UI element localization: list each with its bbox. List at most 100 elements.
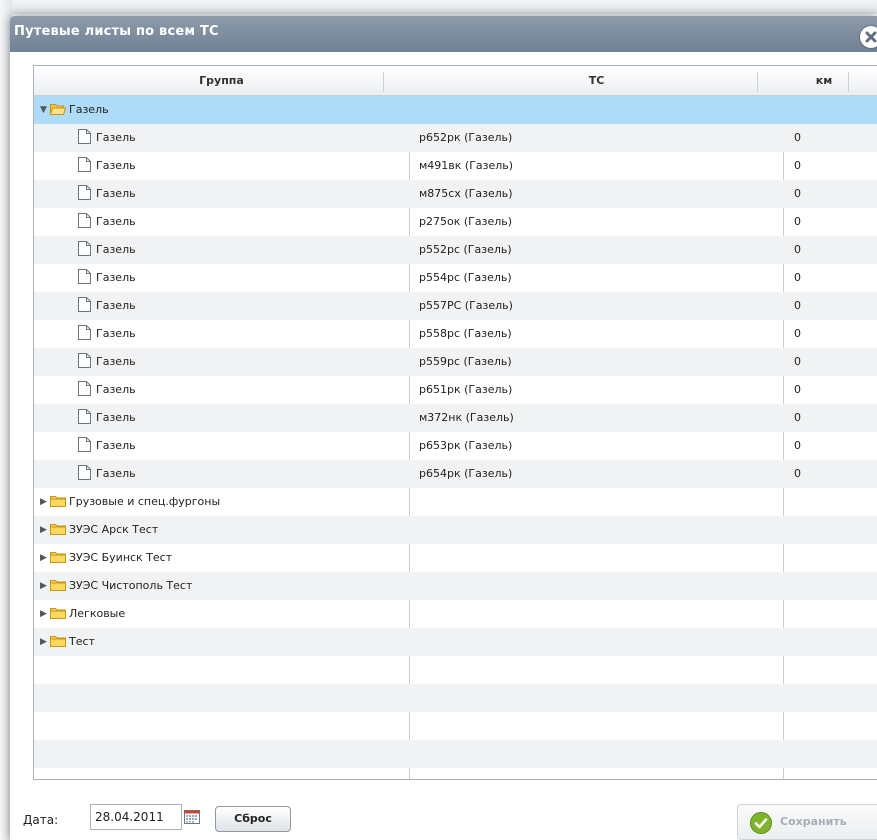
- row-ts: м372нк (Газель): [419, 411, 514, 424]
- file-icon: [78, 213, 91, 228]
- group-row-collapsed[interactable]: ▶ Легковые: [34, 600, 877, 628]
- titlebar: Путевые листы по всем ТС: [10, 16, 877, 52]
- triangle-right-icon[interactable]: ▶: [40, 544, 50, 572]
- date-label: Дата:: [23, 813, 59, 827]
- group-row-collapsed[interactable]: ▶ ЗУЭС Арск Тест: [34, 516, 877, 544]
- row-km: 0: [794, 243, 801, 256]
- reset-button[interactable]: Сброс: [215, 806, 291, 832]
- row-group: Газель: [96, 159, 136, 172]
- background-top: [0, 0, 877, 14]
- file-icon: [78, 325, 91, 340]
- table-row[interactable]: Газель р651рк (Газель) 0: [34, 376, 877, 404]
- row-group: Газель: [96, 383, 136, 396]
- file-icon: [78, 297, 91, 312]
- group-label: ЗУЭС Арск Тест: [69, 523, 159, 536]
- file-icon: [78, 465, 91, 480]
- row-ts: р559рс (Газель): [419, 355, 512, 368]
- folder-icon: [50, 608, 66, 619]
- group-row-expanded[interactable]: ▼ Газель: [34, 96, 877, 124]
- row-group: Газель: [96, 131, 136, 144]
- empty-row: [34, 740, 877, 768]
- save-button[interactable]: Сохранить: [737, 804, 877, 840]
- row-group: Газель: [96, 467, 136, 480]
- date-input[interactable]: 28.04.2011: [90, 804, 182, 830]
- file-icon: [78, 409, 91, 424]
- row-ts: р275ок (Газель): [419, 215, 513, 228]
- group-row-collapsed[interactable]: ▶ Тест: [34, 628, 877, 656]
- row-km: 0: [794, 187, 801, 200]
- folder-open-icon: [50, 104, 66, 115]
- table-row[interactable]: Газель м491вк (Газель) 0: [34, 152, 877, 180]
- file-icon: [78, 353, 91, 368]
- column-header-km[interactable]: км: [784, 66, 864, 96]
- row-ts: р653рк (Газель): [419, 439, 513, 452]
- row-km: 0: [794, 467, 801, 480]
- dialog-content: Группа ТС км ▼ Газель Газель р652рк (Газел…: [10, 52, 877, 840]
- row-group: Газель: [96, 439, 136, 452]
- row-km: 0: [794, 383, 801, 396]
- triangle-right-icon[interactable]: ▶: [40, 628, 50, 656]
- group-row-collapsed[interactable]: ▶ ЗУЭС Чистополь Тест: [34, 572, 877, 600]
- save-label: Сохранить: [780, 815, 847, 828]
- triangle-right-icon[interactable]: ▶: [40, 516, 50, 544]
- triangle-right-icon[interactable]: ▶: [40, 488, 50, 516]
- row-group: Газель: [96, 187, 136, 200]
- row-ts: р554рс (Газель): [419, 271, 512, 284]
- close-icon: [865, 31, 877, 43]
- row-ts: р654рк (Газель): [419, 467, 513, 480]
- waybill-grid: Группа ТС км ▼ Газель Газель р652рк (Газел…: [33, 65, 877, 780]
- row-group: Газель: [96, 355, 136, 368]
- table-row[interactable]: Газель р554рс (Газель) 0: [34, 264, 877, 292]
- table-row[interactable]: Газель р558рс (Газель) 0: [34, 320, 877, 348]
- table-row[interactable]: Газель р652рк (Газель) 0: [34, 124, 877, 152]
- folder-icon: [50, 636, 66, 647]
- group-label: Газель: [69, 103, 109, 116]
- row-km: 0: [794, 215, 801, 228]
- column-header-group[interactable]: Группа: [34, 66, 409, 96]
- table-row[interactable]: Газель м875сх (Газель) 0: [34, 180, 877, 208]
- empty-row: [34, 656, 877, 684]
- row-km: 0: [794, 131, 801, 144]
- folder-icon: [50, 524, 66, 535]
- row-km: 0: [794, 159, 801, 172]
- calendar-icon[interactable]: [184, 810, 200, 824]
- table-row[interactable]: Газель р552рс (Газель) 0: [34, 236, 877, 264]
- table-row[interactable]: Газель р559рс (Газель) 0: [34, 348, 877, 376]
- row-group: Газель: [96, 271, 136, 284]
- row-ts: м875сх (Газель): [419, 187, 513, 200]
- row-ts: р557РС (Газель): [419, 299, 513, 312]
- check-circle-icon: [750, 812, 772, 834]
- dialog-window: Путевые листы по всем ТС Группа ТС км ▼ …: [10, 16, 877, 840]
- file-icon: [78, 381, 91, 396]
- grid-body: ▼ Газель Газель р652рк (Газель) 0 Газель м491…: [34, 96, 877, 779]
- group-label: Грузовые и спец.фургоны: [69, 495, 221, 508]
- header-separator: [383, 72, 384, 92]
- row-ts: р552рс (Газель): [419, 243, 512, 256]
- row-km: 0: [794, 327, 801, 340]
- close-button[interactable]: [860, 26, 877, 48]
- file-icon: [78, 437, 91, 452]
- table-row[interactable]: Газель м372нк (Газель) 0: [34, 404, 877, 432]
- table-row[interactable]: Газель р653рк (Газель) 0: [34, 432, 877, 460]
- file-icon: [78, 157, 91, 172]
- row-group: Газель: [96, 243, 136, 256]
- table-row[interactable]: Газель р275ок (Газель) 0: [34, 208, 877, 236]
- row-group: Газель: [96, 411, 136, 424]
- row-ts: р651рк (Газель): [419, 383, 513, 396]
- table-row[interactable]: Газель р654рк (Газель) 0: [34, 460, 877, 488]
- row-ts: м491вк (Газель): [419, 159, 514, 172]
- row-group: Газель: [96, 327, 136, 340]
- triangle-down-icon[interactable]: ▼: [40, 96, 50, 124]
- triangle-right-icon[interactable]: ▶: [40, 600, 50, 628]
- row-group: Газель: [96, 215, 136, 228]
- group-row-collapsed[interactable]: ▶ Грузовые и спец.фургоны: [34, 488, 877, 516]
- file-icon: [78, 241, 91, 256]
- window-title: Путевые листы по всем ТС: [14, 24, 219, 39]
- triangle-right-icon[interactable]: ▶: [40, 572, 50, 600]
- folder-icon: [50, 552, 66, 563]
- group-label: Легковые: [69, 607, 126, 620]
- column-header-ts[interactable]: ТС: [410, 66, 783, 96]
- group-row-collapsed[interactable]: ▶ ЗУЭС Буинск Тест: [34, 544, 877, 572]
- folder-icon: [50, 580, 66, 591]
- table-row[interactable]: Газель р557РС (Газель) 0: [34, 292, 877, 320]
